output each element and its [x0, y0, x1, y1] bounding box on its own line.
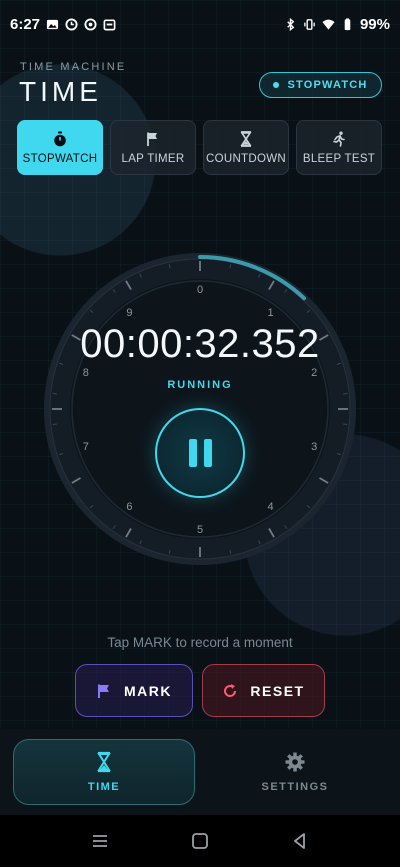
mode-tabs: STOPWATCH LAP TIMER COUNTDOWN BLEEP TEST: [17, 120, 383, 175]
back-icon[interactable]: [290, 831, 310, 851]
app-name: TIME MACHINE: [20, 61, 127, 73]
wifi-icon: [322, 19, 335, 30]
dial-number: 4: [267, 501, 273, 513]
pause-icon: [188, 439, 197, 467]
calendar-icon: [103, 18, 116, 30]
home-icon[interactable]: [190, 831, 210, 851]
dial-number: 8: [83, 367, 89, 379]
gear-icon: [285, 752, 305, 772]
recents-icon[interactable]: [90, 831, 110, 851]
hint-text: Tap MARK to record a moment: [107, 635, 293, 650]
dial-number: 2: [311, 367, 317, 379]
status-bar-left: 6:27: [10, 16, 116, 33]
tab-countdown[interactable]: COUNTDOWN: [203, 120, 289, 175]
hourglass-icon: [97, 751, 111, 773]
system-navigation-bar: [0, 815, 400, 867]
nav-time-label: TIME: [87, 781, 121, 793]
status-bar-right: 99%: [284, 16, 390, 33]
bottom-navigation: TIME SETTINGS: [0, 729, 400, 815]
dial-number: 3: [311, 441, 317, 453]
elapsed-time-display: 00:00:32.352: [80, 322, 320, 366]
flag-icon: [98, 684, 109, 698]
tab-stopwatch[interactable]: STOPWATCH: [17, 120, 103, 175]
pause-icon: [203, 439, 212, 467]
page-title: TIME: [19, 76, 102, 107]
battery-icon: [344, 17, 351, 30]
sync-icon: [84, 17, 97, 31]
status-bar: 6:27 99%: [0, 0, 400, 48]
nav-time[interactable]: TIME: [13, 739, 195, 805]
tab-label: COUNTDOWN: [206, 152, 286, 165]
image-icon: [46, 19, 59, 29]
dial-number: 7: [83, 441, 89, 453]
nav-settings[interactable]: SETTINGS: [204, 739, 386, 805]
dial-number: 5: [197, 524, 203, 536]
tab-label: BLEEP TEST: [302, 152, 376, 165]
mode-badge-label: STOPWATCH: [287, 79, 368, 91]
mark-button[interactable]: MARK: [75, 664, 193, 717]
dial-number: 1: [267, 307, 273, 319]
reset-icon: [224, 683, 237, 697]
tab-label: STOPWATCH: [22, 152, 98, 165]
nav-settings-label: SETTINGS: [261, 781, 329, 793]
stopwatch-icon: [54, 131, 66, 146]
dial-number: 6: [126, 501, 132, 513]
mode-badge: STOPWATCH: [259, 72, 382, 98]
clock: 6:27: [10, 15, 41, 33]
battery-level: 99%: [359, 15, 390, 33]
bluetooth-icon: [287, 17, 295, 31]
dial-number: 0: [197, 284, 203, 296]
tab-lap-timer[interactable]: LAP TIMER: [110, 120, 196, 175]
hourglass-icon: [240, 130, 252, 147]
alarm-clock-icon: [65, 17, 78, 31]
flag-icon: [147, 132, 157, 146]
dial-number: 9: [126, 307, 132, 319]
tab-label: LAP TIMER: [121, 152, 185, 165]
status-dot-icon: [273, 82, 280, 88]
runner-icon: [333, 131, 345, 147]
reset-button-label: RESET: [250, 682, 305, 699]
mark-button-label: MARK: [124, 682, 172, 699]
pause-button[interactable]: [155, 408, 245, 498]
tab-bleep-test[interactable]: BLEEP TEST: [296, 120, 382, 175]
app-screen: 6:27 99% TIME MACHINE TIME STOPWATCH STO…: [0, 0, 400, 867]
timer-status: RUNNING: [167, 379, 233, 391]
reset-button[interactable]: RESET: [202, 664, 325, 717]
vibrate-icon: [304, 18, 315, 30]
